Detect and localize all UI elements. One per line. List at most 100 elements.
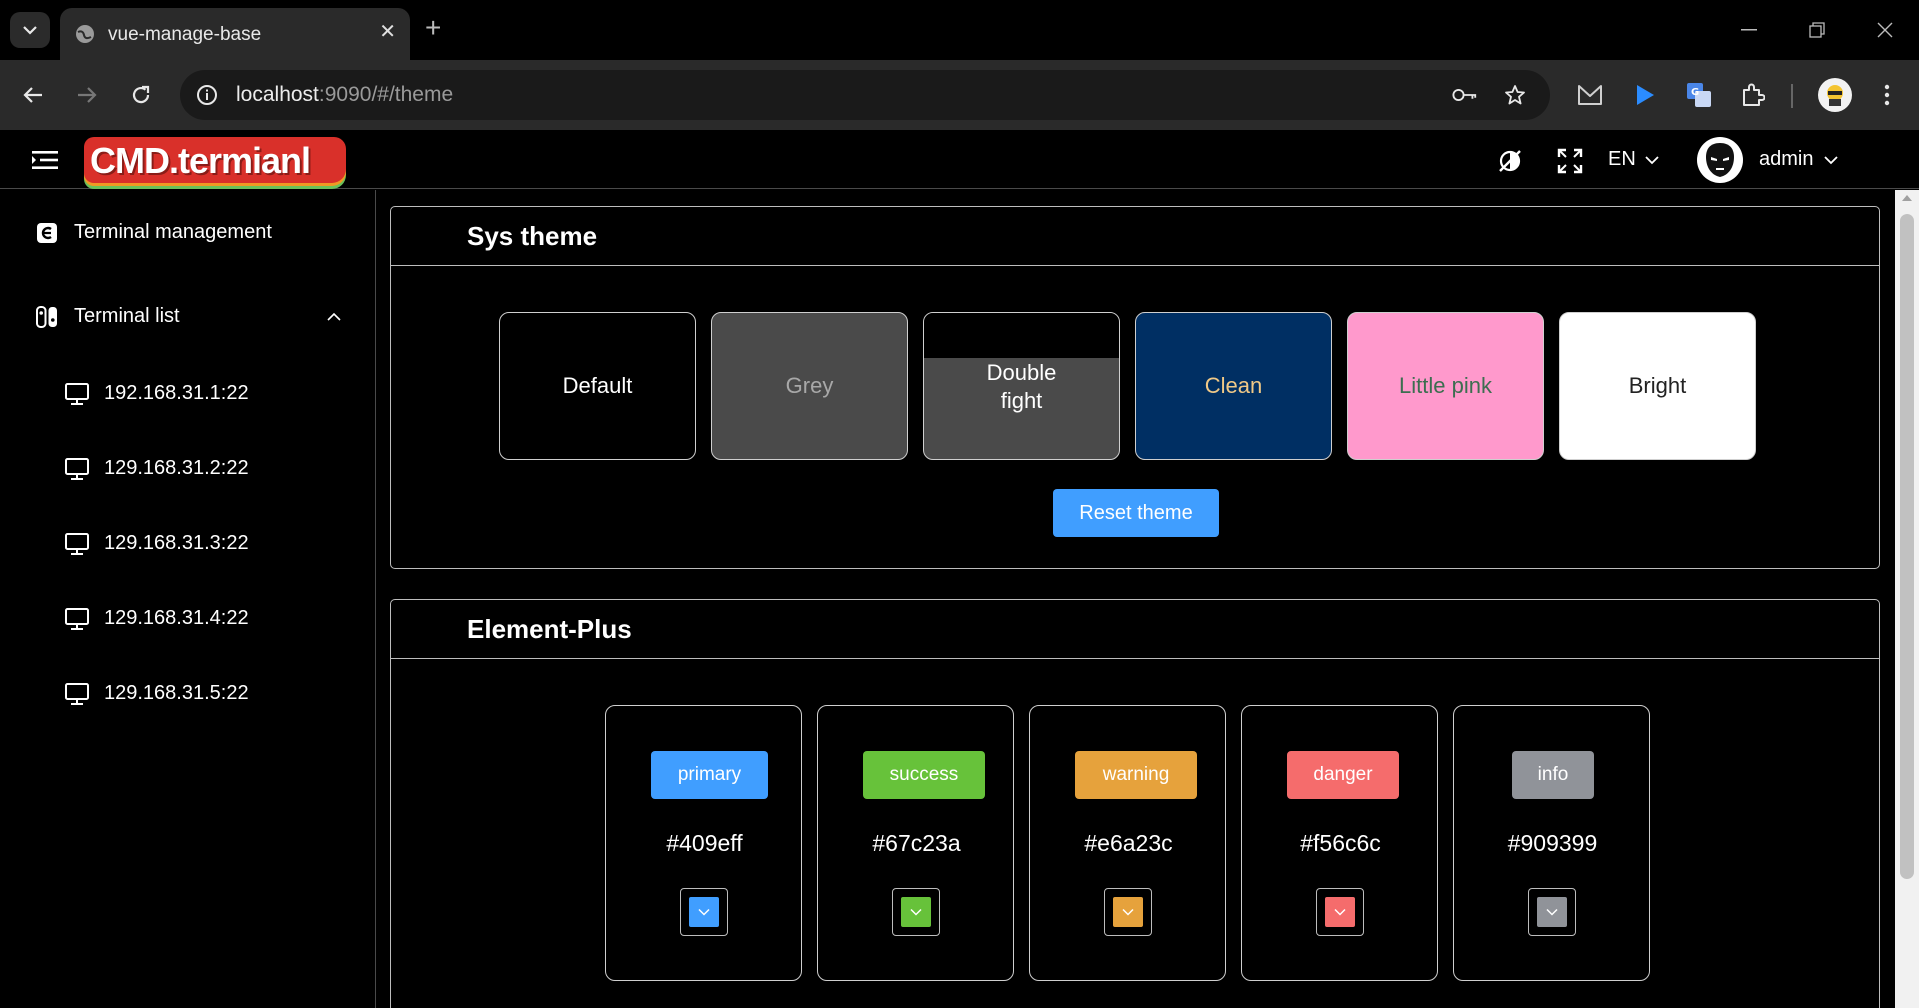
- chevron-up-icon[interactable]: [325, 308, 343, 326]
- browser-tab[interactable]: vue-manage-base ✕: [60, 8, 410, 60]
- terminal-item[interactable]: 192.168.31.1:22: [0, 366, 375, 422]
- user-dropdown[interactable]: admin: [1759, 148, 1839, 171]
- username-label: admin: [1759, 148, 1814, 170]
- theme-option-default[interactable]: Default: [499, 312, 696, 460]
- language-label: EN: [1608, 148, 1636, 170]
- app-logo: CMD.termianl: [84, 137, 346, 183]
- color-hex-value: #909399: [1507, 830, 1598, 856]
- color-hex-value: #f56c6c: [1300, 830, 1381, 856]
- color-swatch: [1537, 897, 1567, 927]
- theme-option-little-pink[interactable]: Little pink: [1347, 312, 1544, 460]
- restore-window-icon[interactable]: [1802, 16, 1832, 44]
- primary-tag: primary: [651, 751, 768, 799]
- toolbar-divider: [1791, 84, 1793, 108]
- user-avatar[interactable]: [1697, 137, 1743, 183]
- terminal-item[interactable]: 129.168.31.4:22: [0, 591, 375, 647]
- monitor-icon: [65, 533, 89, 555]
- color-hex-value: #409eff: [666, 830, 743, 856]
- close-tab-icon[interactable]: ✕: [379, 22, 396, 42]
- card-header: Sys theme: [391, 207, 1879, 266]
- browser-menu-icon[interactable]: [1872, 80, 1902, 110]
- color-picker[interactable]: [1528, 888, 1576, 936]
- terminal-list-icon: [34, 304, 60, 330]
- language-dropdown[interactable]: EN: [1608, 148, 1660, 171]
- url-path: :9090/#/theme: [318, 83, 454, 106]
- reload-icon[interactable]: [126, 80, 156, 110]
- color-picker[interactable]: [1316, 888, 1364, 936]
- success-tag: success: [863, 751, 985, 799]
- theme-option-bright[interactable]: Bright: [1559, 312, 1756, 460]
- chevron-down-icon: [1122, 908, 1134, 916]
- chevron-down-icon: [23, 26, 37, 35]
- tab-search-button[interactable]: [10, 12, 50, 48]
- sys-theme-card: Sys theme Default Grey Double fight Clea…: [390, 206, 1880, 569]
- chevron-down-icon: [1645, 155, 1659, 164]
- tag-label: primary: [677, 764, 742, 785]
- translate-extension-icon[interactable]: G: [1684, 80, 1714, 110]
- theme-label: Little pink: [1399, 373, 1492, 398]
- sidebar-item-label: Terminal management: [74, 220, 272, 243]
- logo-text: CMD.termianl: [90, 140, 311, 181]
- browser-tab-bar: vue-manage-base ✕ +: [0, 0, 1919, 60]
- svg-text:G: G: [1691, 87, 1699, 98]
- chevron-down-icon: [1546, 908, 1558, 916]
- color-picker[interactable]: [680, 888, 728, 936]
- terminal-management-icon: [34, 220, 60, 246]
- extensions-puzzle-icon[interactable]: [1738, 80, 1768, 110]
- color-picker[interactable]: [1104, 888, 1152, 936]
- theme-option-clean[interactable]: Clean: [1135, 312, 1332, 460]
- sidebar-item-label: Terminal list: [74, 304, 180, 327]
- card-header: Element-Plus: [391, 600, 1879, 659]
- url-host: localhost: [236, 83, 319, 106]
- terminal-label: 129.168.31.2:22: [104, 457, 249, 479]
- reset-theme-button[interactable]: Reset theme: [1053, 489, 1219, 537]
- sidebar-item-terminal-management[interactable]: Terminal management: [0, 202, 375, 262]
- terminal-item[interactable]: 129.168.31.2:22: [0, 441, 375, 497]
- color-card-success: success #67c23a: [817, 705, 1014, 981]
- chevron-down-icon: [698, 908, 710, 916]
- new-tab-button[interactable]: +: [425, 14, 441, 42]
- sidebar-item-terminal-list[interactable]: Terminal list: [0, 286, 375, 346]
- color-swatch: [1325, 897, 1355, 927]
- theme-option-double-fight[interactable]: Double fight: [923, 312, 1120, 460]
- collapse-menu-icon[interactable]: [30, 147, 60, 173]
- color-swatch: [1113, 897, 1143, 927]
- scroll-up-icon[interactable]: [1895, 194, 1919, 208]
- element-plus-card: Element-Plus primary #409eff success #67…: [390, 599, 1880, 1008]
- theme-label: Clean: [1204, 373, 1263, 398]
- fullscreen-icon[interactable]: [1554, 145, 1586, 177]
- minimize-window-icon[interactable]: [1734, 16, 1764, 44]
- close-window-icon[interactable]: [1870, 16, 1900, 44]
- theme-option-grey[interactable]: Grey: [711, 312, 908, 460]
- terminal-item[interactable]: 129.168.31.3:22: [0, 516, 375, 572]
- forward-icon[interactable]: [72, 80, 102, 110]
- iron-man-mask-icon: [1706, 143, 1734, 177]
- profile-avatar-icon[interactable]: [1818, 78, 1852, 112]
- monitor-icon: [65, 608, 89, 630]
- password-key-icon[interactable]: [1452, 82, 1478, 108]
- mail-extension-icon[interactable]: [1575, 80, 1605, 110]
- theme-label: Default: [562, 373, 633, 398]
- tag-label: danger: [1313, 764, 1373, 785]
- cursor-extension-icon[interactable]: [1630, 80, 1660, 110]
- bookmark-star-icon[interactable]: [1502, 82, 1528, 108]
- scrollbar[interactable]: [1895, 190, 1919, 1008]
- theme-label: Double fight: [986, 360, 1057, 413]
- tag-label: success: [889, 764, 959, 785]
- monitor-icon: [65, 683, 89, 705]
- card-title: Element-Plus: [467, 614, 632, 644]
- chevron-down-icon: [1334, 908, 1346, 916]
- theme-label: Bright: [1628, 373, 1687, 398]
- url-text[interactable]: localhost:9090/#/theme: [236, 83, 453, 107]
- terminal-item[interactable]: 129.168.31.5:22: [0, 666, 375, 722]
- back-icon[interactable]: [18, 80, 48, 110]
- color-swatch: [901, 897, 931, 927]
- theme-toggle-icon[interactable]: [1494, 145, 1526, 177]
- scrollbar-thumb[interactable]: [1900, 214, 1914, 879]
- address-bar[interactable]: localhost:9090/#/theme: [180, 70, 1550, 120]
- app-header: CMD.termianl EN admin: [0, 131, 1919, 189]
- color-picker[interactable]: [892, 888, 940, 936]
- tag-label: warning: [1102, 764, 1170, 785]
- site-info-icon[interactable]: [194, 82, 220, 108]
- globe-icon: [74, 23, 96, 50]
